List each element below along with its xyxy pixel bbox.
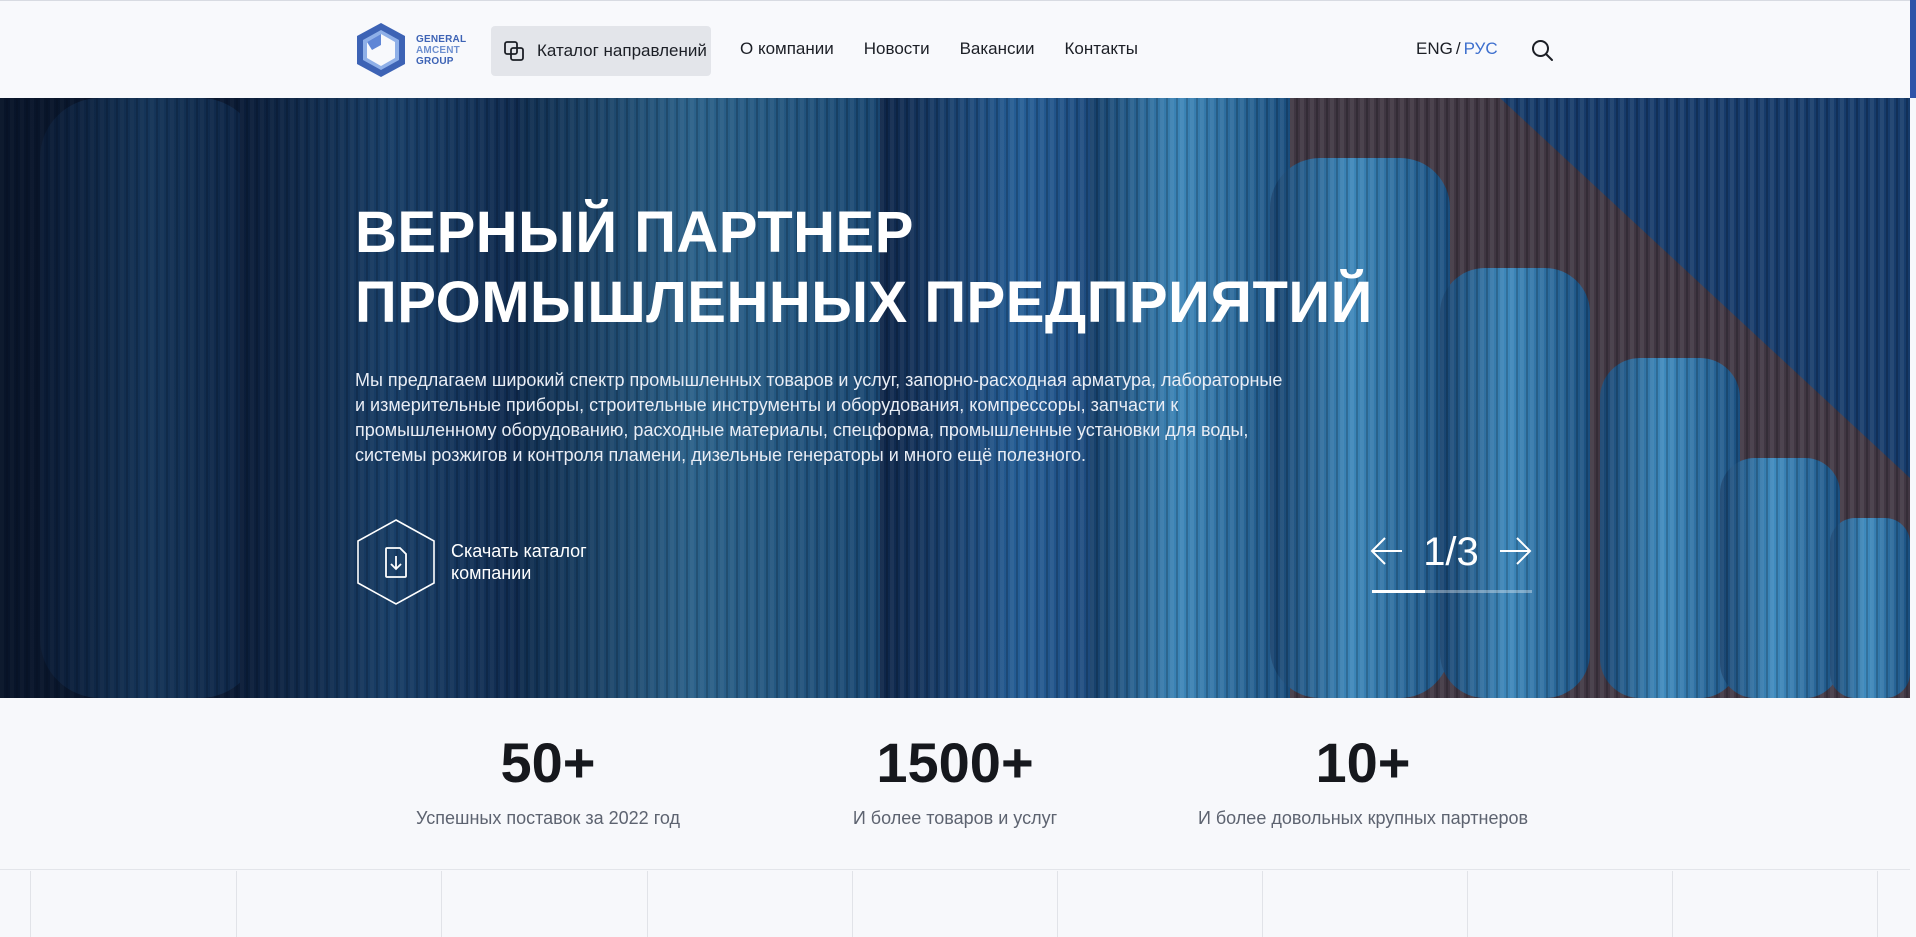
stat-value: 10+ <box>1315 731 1411 794</box>
lang-eng[interactable]: ENG <box>1416 39 1453 58</box>
stat-caption: И более товаров и услуг <box>852 808 1058 828</box>
hero-description: Мы предлагаем широкий спектр промышленны… <box>355 370 1283 465</box>
stat-item: 10+ И более довольных крупных партнеров <box>1163 730 1563 829</box>
scrollbar-edge <box>1910 0 1916 98</box>
site-header: GENERAL AMCENT GROUP Каталог направлений… <box>0 0 1916 98</box>
grid-divider <box>236 871 237 937</box>
lang-separator: / <box>1455 39 1461 58</box>
grid-divider <box>441 871 442 937</box>
grid-divider <box>1057 871 1058 937</box>
main-nav: О компании Новости Вакансии Контакты <box>740 39 1138 59</box>
slide-progress-fill <box>1372 590 1425 593</box>
stats-section: 50+ Успешных поставок за 2022 год 1500+ … <box>0 698 1910 870</box>
arrow-left-icon[interactable] <box>1370 534 1404 568</box>
grid-divider <box>647 871 648 937</box>
stat-item: 50+ Успешных поставок за 2022 год <box>348 730 748 829</box>
language-switcher: ENG / РУС <box>1416 39 1498 59</box>
company-logo[interactable]: GENERAL AMCENT GROUP <box>354 21 466 79</box>
arrow-right-icon[interactable] <box>1498 534 1532 568</box>
partners-grid <box>0 871 1910 937</box>
stat-value: 50+ <box>500 731 596 794</box>
slide-counter: 1/3 <box>1423 530 1479 574</box>
stat-caption: И более довольных крупных партнеров <box>1197 808 1529 828</box>
grid-divider <box>1262 871 1263 937</box>
grid-divider <box>1467 871 1468 937</box>
grid-divider <box>1877 871 1878 937</box>
stat-item: 1500+ И более товаров и услуг <box>755 730 1155 829</box>
nav-item-contacts[interactable]: Контакты <box>1065 39 1138 59</box>
grid-divider <box>1672 871 1673 937</box>
hero-slider-controls: 1/3 <box>1370 530 1532 600</box>
catalog-button[interactable]: Каталог направлений <box>491 26 711 76</box>
grid-divider <box>852 871 853 937</box>
slide-progress-bar <box>1372 590 1532 593</box>
hero-banner: ВЕРНЫЙ ПАРТНЕР ПРОМЫШЛЕННЫХ ПРЕДПРИЯТИЙ … <box>0 98 1910 698</box>
grid-divider <box>30 871 31 937</box>
catalog-icon <box>504 41 524 61</box>
nav-item-about[interactable]: О компании <box>740 39 834 59</box>
logo-line-3: GROUP <box>416 55 454 67</box>
download-catalog-label: Скачать каталог компании <box>451 541 587 583</box>
logo-text: GENERAL AMCENT GROUP <box>416 34 466 67</box>
stat-value: 1500+ <box>876 731 1034 794</box>
nav-item-vacancies[interactable]: Вакансии <box>960 39 1035 59</box>
download-file-icon <box>357 519 435 605</box>
download-catalog-button[interactable]: Скачать каталог компании <box>355 518 611 606</box>
logo-line-1: GENERAL <box>416 33 467 45</box>
search-icon[interactable] <box>1530 38 1554 62</box>
logo-hexagon-icon <box>357 23 405 77</box>
hero-title: ВЕРНЫЙ ПАРТНЕР ПРОМЫШЛЕННЫХ ПРЕДПРИЯТИЙ <box>355 198 1455 338</box>
logo-line-2: AMCENT <box>416 44 460 56</box>
stat-caption: Успешных поставок за 2022 год <box>416 808 680 828</box>
nav-item-news[interactable]: Новости <box>864 39 930 59</box>
hero-title-line-1: ВЕРНЫЙ ПАРТНЕР <box>355 200 914 265</box>
catalog-button-label: Каталог направлений <box>537 41 707 60</box>
hero-title-line-2: ПРОМЫШЛЕННЫХ ПРЕДПРИЯТИЙ <box>355 270 1373 335</box>
lang-rus[interactable]: РУС <box>1464 39 1498 58</box>
